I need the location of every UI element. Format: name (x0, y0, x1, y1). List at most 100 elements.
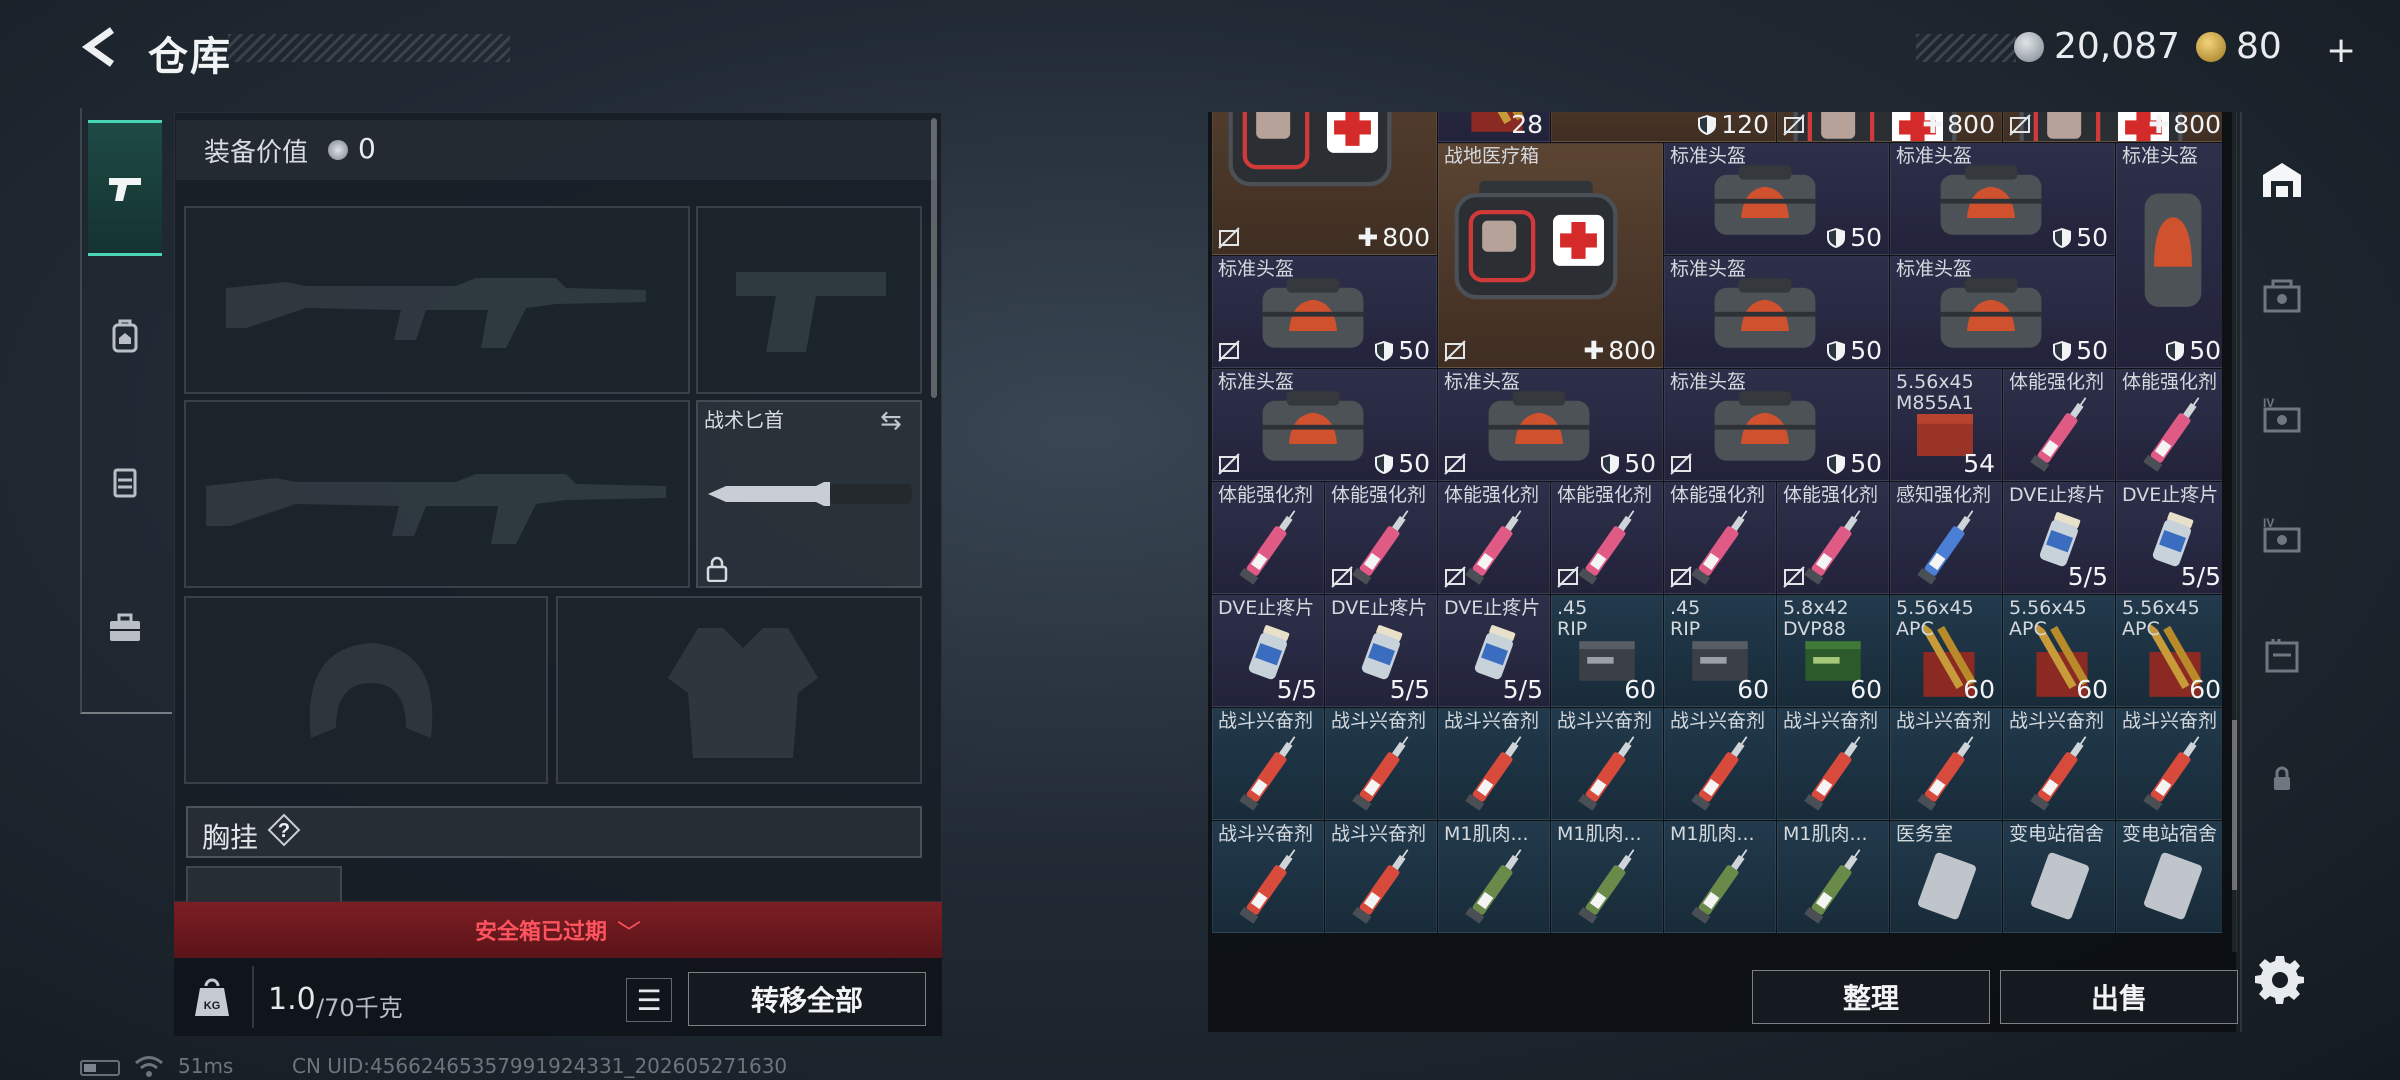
inventory-item[interactable]: 战斗兴奋剂 (1438, 708, 1550, 820)
inventory-item[interactable]: 战斗兴奋剂 (1551, 708, 1663, 820)
tab-warehouse[interactable] (2250, 134, 2314, 226)
transfer-all-button[interactable]: 转移全部 (688, 972, 926, 1026)
no-sell-icon (2009, 114, 2031, 136)
inventory-item[interactable]: 感知强化剂 (1890, 482, 2002, 594)
sidearm-slot[interactable] (696, 206, 922, 394)
item-value-text: 5/5 (2067, 562, 2108, 591)
inventory-item[interactable]: 体能强化剂 (1212, 482, 1324, 594)
help-icon[interactable]: ? (266, 812, 302, 848)
armor-slot[interactable] (556, 596, 922, 784)
inventory-item[interactable]: M1肌肉... (1777, 821, 1889, 933)
no-sell-icon (1670, 453, 1692, 475)
inventory-item[interactable]: 5.56x45 APC 60 (2116, 595, 2222, 707)
helmet-slot[interactable] (184, 596, 548, 784)
gear-icon[interactable] (2254, 952, 2306, 1004)
item-name: 体能强化剂 (2122, 371, 2218, 393)
tab-gear[interactable] (88, 414, 162, 550)
inventory-item[interactable]: 战斗兴奋剂 (2003, 708, 2115, 820)
inventory-item[interactable]: 体能强化剂 (2116, 369, 2222, 481)
helmet-bag-icon (1714, 391, 1816, 461)
inventory-item[interactable]: 标准头盔 50 (1212, 256, 1437, 368)
tab-equipment[interactable] (88, 268, 162, 404)
inventory-item[interactable]: 战斗兴奋剂 (1212, 821, 1324, 933)
inventory-item[interactable]: M1肌肉... (1438, 821, 1550, 933)
inventory-item[interactable]: 体能强化剂 (1777, 482, 1889, 594)
inventory-scrollbar[interactable] (2232, 720, 2237, 890)
inventory-item[interactable]: 5.56x45 APC 60 (1890, 595, 2002, 707)
inventory-item[interactable]: 战斗兴奋剂 (2116, 708, 2222, 820)
inventory-item[interactable]: 战斗兴奋剂 (1777, 708, 1889, 820)
inventory-item[interactable]: 战地医疗箱✚800 (1438, 143, 1663, 368)
knife-name: 战术匕首 (704, 408, 784, 432)
inventory-item[interactable]: 标准头盔 50 (2116, 143, 2222, 368)
inventory-item[interactable]: 标准头盔 50 (1664, 256, 1889, 368)
safebox-expired-banner[interactable]: 安全箱已过期 ﹀ (174, 902, 942, 958)
inventory-item[interactable]: 5.56x45 APC 60 (2003, 595, 2115, 707)
list-view-button[interactable]: ☰ (626, 978, 672, 1022)
inventory-item[interactable]: 标准头盔 50 (1664, 369, 1889, 481)
inventory-item[interactable]: 变电站宿舍 (2116, 821, 2222, 933)
tab-items[interactable] (88, 560, 162, 696)
inventory-item[interactable]: 体能强化剂 (2003, 369, 2115, 481)
tab-storage-3[interactable] (2250, 610, 2314, 702)
inventory-item[interactable]: 标准头盔 50 (1212, 369, 1437, 481)
sort-button[interactable]: 整理 (1752, 970, 1990, 1024)
inventory-item[interactable]: M1肌肉... (1664, 821, 1776, 933)
inventory-item[interactable]: 5.56x45 M855A1 54 (1890, 369, 2002, 481)
inventory-item[interactable]: 5.8x42 DVP88 60 (1777, 595, 1889, 707)
primary-weapon-slot[interactable] (184, 206, 690, 394)
inventory-item[interactable]: 标准头盔 50 (1438, 369, 1663, 481)
swap-icon[interactable]: ⇆ (880, 406, 902, 436)
inventory-item[interactable]: 体能强化剂 (1325, 482, 1437, 594)
loadout-scrollbar[interactable] (931, 118, 937, 398)
item-name: 标准头盔 (1218, 258, 1295, 280)
item-value-text: 60 (1737, 675, 1769, 704)
inventory-item[interactable]: 标准头盔 50 (1890, 143, 2115, 255)
inventory-item[interactable]: 体能强化剂 (1438, 482, 1550, 594)
inventory-item[interactable]: 战斗兴奋剂 (1325, 821, 1437, 933)
item-value-text: 800 (1947, 112, 1995, 139)
inventory-item[interactable]: 5.56x45 APC28 (1438, 112, 1550, 142)
tab-storage-iv-1[interactable]: IV (2250, 370, 2314, 462)
inventory-item[interactable]: DVE止疼片 5/5 (1212, 595, 1324, 707)
inventory-item[interactable]: DVE止疼片 5/5 (2003, 482, 2115, 594)
inventory-item[interactable]: 120 (1551, 112, 1776, 142)
tab-storage-iv-2[interactable]: IV (2250, 490, 2314, 582)
inventory-item[interactable]: 体能强化剂 (1551, 482, 1663, 594)
chest-rig-slot[interactable] (186, 866, 342, 906)
back-arrow-icon[interactable] (78, 24, 124, 70)
item-name: 标准头盔 (1670, 371, 1747, 393)
inventory-item[interactable]: 体能强化剂 (1664, 482, 1776, 594)
item-name: M1肌肉... (1670, 823, 1755, 845)
inventory-item[interactable]: 战地医疗箱✚800 (1212, 112, 1437, 255)
tab-storage-2[interactable] (2250, 250, 2314, 342)
inventory-item[interactable]: 战斗兴奋剂 (1890, 708, 2002, 820)
inventory-item[interactable]: 变电站宿舍 (2003, 821, 2115, 933)
inventory-item[interactable]: M1肌肉... (1551, 821, 1663, 933)
inventory-item[interactable]: 战斗兴奋剂 (1664, 708, 1776, 820)
inventory-item[interactable]: DVE止疼片 5/5 (1325, 595, 1437, 707)
inventory-item[interactable]: 医务室 (1890, 821, 2002, 933)
inventory-item[interactable]: ✚ 800 (2003, 112, 2222, 142)
inventory-item[interactable]: .45 RIP 60 (1664, 595, 1776, 707)
inventory-item[interactable]: 战斗兴奋剂 (1325, 708, 1437, 820)
inventory-item[interactable]: DVE止疼片 5/5 (2116, 482, 2222, 594)
item-value-text: 60 (1850, 675, 1882, 704)
inventory-item[interactable]: ✚ 800 (1777, 112, 2002, 142)
item-value: 50 (1374, 336, 1430, 365)
item-name: 战斗兴奋剂 (1218, 823, 1314, 845)
inventory-item[interactable]: 标准头盔 50 (1664, 143, 1889, 255)
inventory-item[interactable]: .45 RIP 60 (1551, 595, 1663, 707)
syringe-icon (1465, 736, 1522, 811)
tab-weapons[interactable] (88, 120, 162, 256)
tab-locked[interactable] (2250, 732, 2314, 824)
inventory-item[interactable]: DVE止疼片 5/5 (1438, 595, 1550, 707)
item-value: 50 (2052, 223, 2108, 252)
item-name: .45 RIP (1557, 597, 1588, 640)
secondary-weapon-slot[interactable] (184, 400, 690, 588)
shield-icon (1827, 341, 1846, 361)
add-currency-icon[interactable]: + (2326, 30, 2356, 71)
inventory-item[interactable]: 战斗兴奋剂 (1212, 708, 1324, 820)
inventory-item[interactable]: 标准头盔 50 (1890, 256, 2115, 368)
sell-button[interactable]: 出售 (2000, 970, 2238, 1024)
